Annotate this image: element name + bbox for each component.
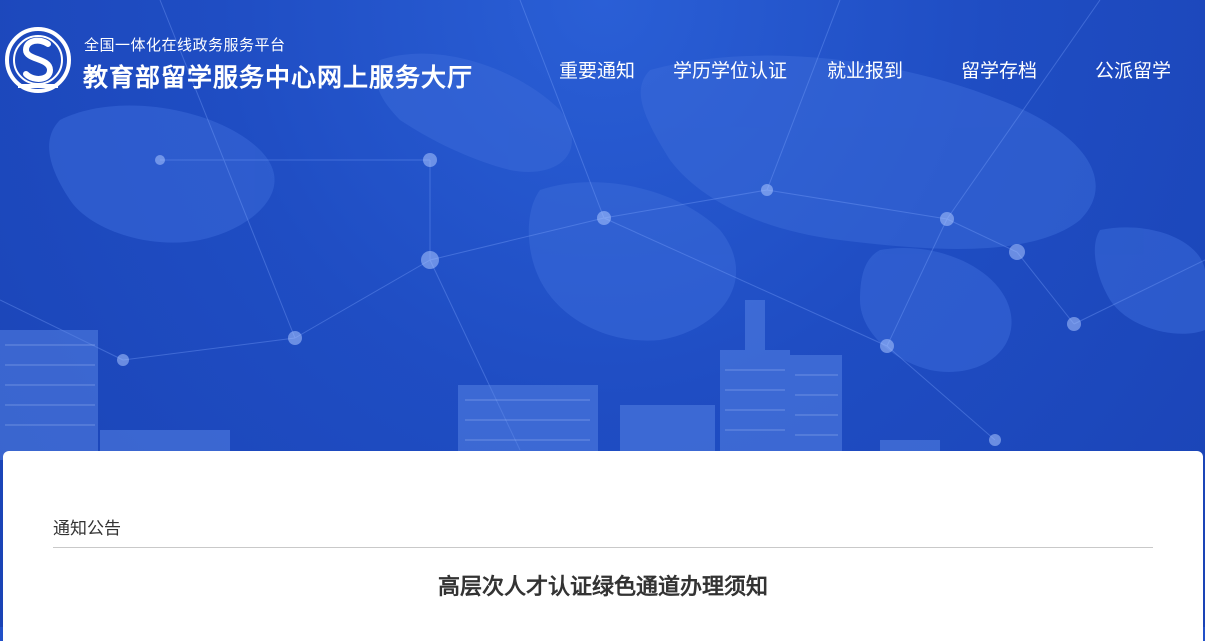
section-divider bbox=[53, 547, 1153, 548]
nav-item-study-abroad-archive[interactable]: 留学存档 bbox=[961, 56, 1037, 83]
site-title[interactable]: 教育部留学服务中心网上服务大厅 bbox=[83, 58, 473, 94]
content-panel: 通知公告 高层次人才认证绿色通道办理须知 bbox=[3, 451, 1203, 641]
section-label[interactable]: 通知公告 bbox=[53, 514, 121, 539]
nav-item-important-notices[interactable]: 重要通知 bbox=[559, 56, 635, 83]
platform-subtitle: 全国一体化在线政务服务平台 bbox=[84, 36, 286, 54]
nav-item-government-sponsored-study[interactable]: 公派留学 bbox=[1095, 56, 1171, 83]
nav-item-employment-registration[interactable]: 就业报到 bbox=[827, 56, 903, 83]
cscse-logo[interactable] bbox=[4, 26, 72, 96]
top-header: 全国一体化在线政务服务平台 教育部留学服务中心网上服务大厅 重要通知 学历学位认… bbox=[0, 0, 1205, 110]
nav-item-degree-certification[interactable]: 学历学位认证 bbox=[673, 56, 787, 83]
article-title: 高层次人才认证绿色通道办理须知 bbox=[437, 575, 768, 600]
